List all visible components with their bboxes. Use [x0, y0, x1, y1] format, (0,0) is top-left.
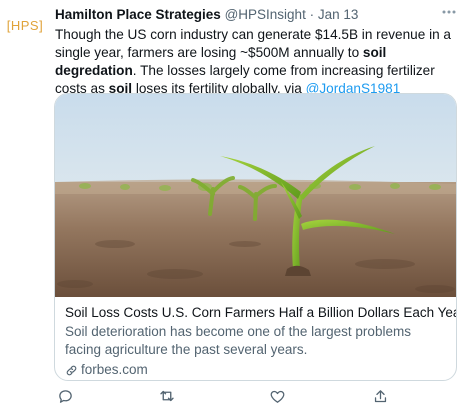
tweet-date[interactable]: Jan 13	[318, 7, 359, 22]
tweet-text-part: Though the US corn industry can generate…	[55, 27, 451, 60]
card-title[interactable]: Soil Loss Costs U.S. Corn Farmers Half a…	[65, 304, 456, 322]
avatar[interactable]: [HPS]	[6, 6, 44, 44]
card-description: Soil deterioration has become one of the…	[65, 324, 411, 357]
corn-seedlings-photo	[55, 94, 456, 297]
author-name[interactable]: Hamilton Place Strategies	[55, 7, 221, 22]
tweet-actions	[54, 385, 455, 407]
more-options-icon[interactable]	[440, 3, 458, 26]
card-body: Soil Loss Costs U.S. Corn Farmers Half a…	[65, 304, 456, 379]
tweet-text: Though the US corn industry can generate…	[55, 26, 460, 98]
tweet[interactable]: [HPS] Hamilton Place Strategies @HPSInsi…	[0, 0, 468, 410]
share-icon[interactable]	[371, 387, 389, 405]
link-icon	[66, 365, 77, 375]
card-domain-row: forbes.com	[65, 361, 448, 379]
reply-icon[interactable]	[56, 387, 74, 405]
tweet-header: Hamilton Place Strategies @HPSInsight · …	[55, 7, 458, 25]
link-card[interactable]: Soil Loss Costs U.S. Corn Farmers Half a…	[54, 93, 457, 381]
author-handle[interactable]: @HPSInsight	[225, 7, 306, 22]
separator: ·	[309, 7, 315, 22]
like-icon[interactable]	[268, 387, 286, 405]
avatar-logo-text: [HPS]	[6, 17, 44, 33]
card-domain: forbes.com	[81, 362, 148, 377]
retweet-icon[interactable]	[158, 387, 176, 405]
